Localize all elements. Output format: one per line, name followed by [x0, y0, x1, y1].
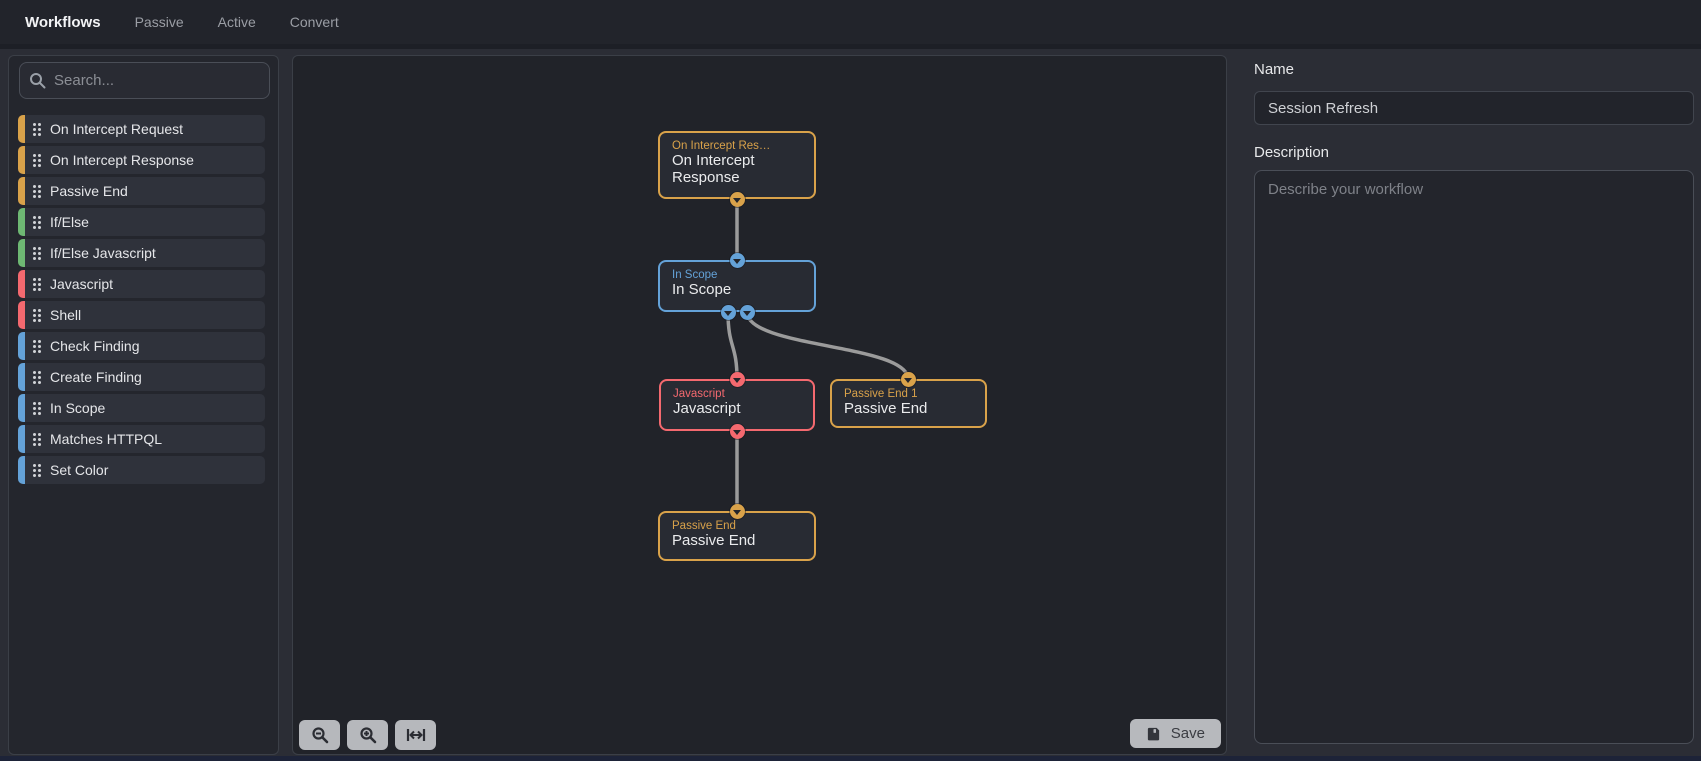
name-label: Name [1254, 61, 1295, 78]
node-title: On Intercept Res… [672, 140, 771, 152]
palette-item-set-color[interactable]: Set Color [18, 456, 265, 484]
fit-view-icon [406, 729, 425, 741]
palette-item-label: If/Else [50, 214, 89, 230]
palette-item-label: Passive End [50, 183, 128, 199]
palette-item-if-else[interactable]: If/Else [18, 208, 265, 236]
node-palette-sidebar: On Intercept Request On Intercept Respons… [8, 55, 279, 755]
node-handle-source-javascript[interactable] [729, 423, 745, 439]
flow-node-in-scope[interactable]: In Scope In Scope [658, 260, 816, 312]
canvas-controls [299, 720, 436, 750]
save-button[interactable]: Save [1129, 719, 1221, 748]
node-name: On Intercept Response [672, 152, 755, 187]
zoom-out-icon [311, 727, 328, 744]
save-icon [1147, 727, 1159, 741]
palette-item-label: If/Else Javascript [50, 245, 156, 261]
palette-item-label: In Scope [50, 400, 106, 416]
palette-item-on-intercept-response[interactable]: On Intercept Response [18, 146, 265, 174]
palette-item-on-intercept-request[interactable]: On Intercept Request [18, 115, 265, 143]
node-handle-target-passive-end-1[interactable] [900, 371, 916, 387]
chevron-down-icon [733, 509, 741, 515]
node-handle-source-on-intercept-response[interactable] [729, 191, 745, 207]
palette-item-create-finding[interactable]: Create Finding [18, 363, 265, 391]
save-button-label: Save [1170, 725, 1205, 742]
tab-passive[interactable]: Passive [135, 14, 184, 30]
drag-handle-icon[interactable] [33, 432, 41, 446]
drag-handle-icon[interactable] [33, 153, 41, 167]
palette-item-label: Javascript [50, 276, 114, 292]
zoom-in-button[interactable] [347, 720, 388, 750]
palette-item-label: Check Finding [50, 338, 140, 354]
description-label: Description [1254, 144, 1330, 161]
search-input[interactable] [19, 62, 270, 99]
node-handle-source-in-scope[interactable] [720, 304, 736, 320]
workflow-editor: Workflows Passive Active Convert On Inte… [0, 0, 1701, 761]
node-handle-target-passive-end[interactable] [729, 503, 745, 519]
drag-handle-icon[interactable] [33, 370, 41, 384]
palette-item-in-scope[interactable]: In Scope [18, 394, 265, 422]
workflow-canvas[interactable]: On Intercept Res… On Intercept Response In… [292, 55, 1227, 755]
zoom-out-button[interactable] [299, 720, 340, 750]
fit-view-button[interactable] [395, 720, 436, 750]
drag-handle-icon[interactable] [33, 308, 41, 322]
content-area: On Intercept Request On Intercept Respons… [0, 44, 1701, 756]
chevron-down-icon [733, 197, 741, 203]
drag-handle-icon[interactable] [33, 246, 41, 260]
edge-in-scope-to-passive-end-1[interactable] [745, 310, 910, 381]
drag-handle-icon[interactable] [33, 215, 41, 229]
palette-item-label: Set Color [50, 462, 109, 478]
node-handle-target-in-scope[interactable] [729, 252, 745, 268]
tab-convert[interactable]: Convert [290, 14, 339, 30]
chevron-down-icon [733, 429, 741, 435]
node-title: In Scope [672, 269, 718, 281]
palette-item-javascript[interactable]: Javascript [18, 270, 265, 298]
tab-active[interactable]: Active [218, 14, 256, 30]
workflow-properties-panel: Name Description [1254, 55, 1694, 749]
node-title: Passive End [672, 520, 736, 532]
drag-handle-icon[interactable] [33, 463, 41, 477]
palette-item-label: Create Finding [50, 369, 142, 385]
palette-item-shell[interactable]: Shell [18, 301, 265, 329]
node-handle-source-in-scope[interactable] [739, 304, 755, 320]
zoom-in-icon [359, 727, 376, 744]
page-title: Workflows [25, 13, 101, 31]
node-handle-target-javascript[interactable] [729, 371, 745, 387]
palette-item-passive-end[interactable]: Passive End [18, 177, 265, 205]
drag-handle-icon[interactable] [33, 277, 41, 291]
node-title: Javascript [673, 388, 725, 400]
workflow-name-input[interactable] [1254, 91, 1694, 125]
drag-handle-icon[interactable] [33, 184, 41, 198]
palette-item-label: Shell [50, 307, 82, 323]
flow-node-passive-end[interactable]: Passive End Passive End [658, 511, 816, 561]
chevron-down-icon [733, 258, 741, 264]
palette-item-label: On Intercept Response [50, 152, 194, 168]
flow-node-on-intercept-response[interactable]: On Intercept Res… On Intercept Response [658, 131, 816, 199]
bottom-accent-strip [0, 756, 1701, 761]
drag-handle-icon[interactable] [33, 401, 41, 415]
node-palette-list: On Intercept Request On Intercept Respons… [9, 115, 278, 484]
top-bar: Workflows Passive Active Convert [0, 0, 1701, 44]
search-box [19, 62, 270, 99]
drag-handle-icon[interactable] [33, 339, 41, 353]
palette-item-if-else-javascript[interactable]: If/Else Javascript [18, 239, 265, 267]
palette-item-label: On Intercept Request [50, 121, 184, 137]
search-icon [30, 73, 46, 89]
palette-item-check-finding[interactable]: Check Finding [18, 332, 265, 360]
palette-item-label: Matches HTTPQL [50, 431, 163, 447]
node-name: Passive End [672, 532, 756, 550]
palette-item-matches-httpql[interactable]: Matches HTTPQL [18, 425, 265, 453]
workflow-description-textarea[interactable] [1254, 170, 1694, 744]
chevron-down-icon [904, 377, 912, 383]
node-name: In Scope [672, 281, 732, 299]
chevron-down-icon [724, 310, 732, 316]
chevron-down-icon [743, 310, 751, 316]
drag-handle-icon[interactable] [33, 122, 41, 136]
node-title: Passive End 1 [844, 388, 918, 400]
node-name: Passive End [844, 400, 928, 418]
node-name: Javascript [673, 400, 741, 418]
chevron-down-icon [733, 377, 741, 383]
edge-in-scope-to-javascript[interactable] [726, 310, 739, 381]
